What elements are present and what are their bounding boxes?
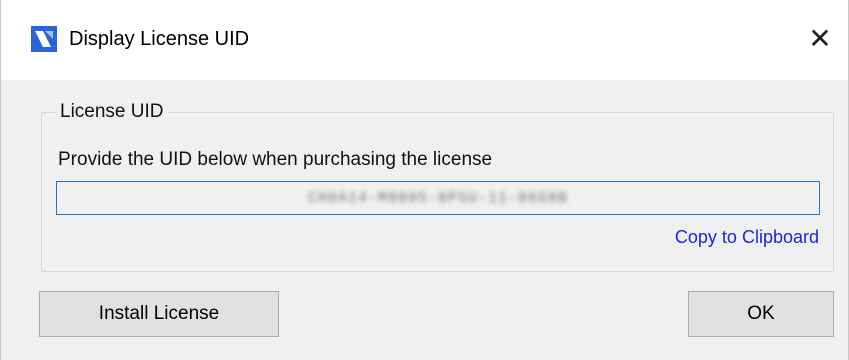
ok-button[interactable]: OK — [688, 291, 834, 337]
license-uid-dialog: Display License UID ✕ License UID Provid… — [0, 0, 849, 360]
install-license-button[interactable]: Install License — [39, 291, 279, 337]
uid-value: CH0A14-M8805-8P5U-11-86G8B — [307, 189, 569, 207]
title-bar[interactable]: Display License UID ✕ — [1, 0, 848, 80]
close-icon[interactable]: ✕ — [792, 10, 848, 66]
bricscad-logo-icon — [31, 26, 57, 52]
uid-field[interactable]: CH0A14-M8805-8P5U-11-86G8B — [56, 181, 820, 215]
window-title: Display License UID — [69, 28, 250, 50]
instruction-text: Provide the UID below when purchasing th… — [58, 149, 493, 170]
license-uid-group: License UID Provide the UID below when p… — [41, 101, 834, 272]
group-legend: License UID — [56, 101, 168, 123]
copy-to-clipboard-link[interactable]: Copy to Clipboard — [675, 227, 819, 248]
